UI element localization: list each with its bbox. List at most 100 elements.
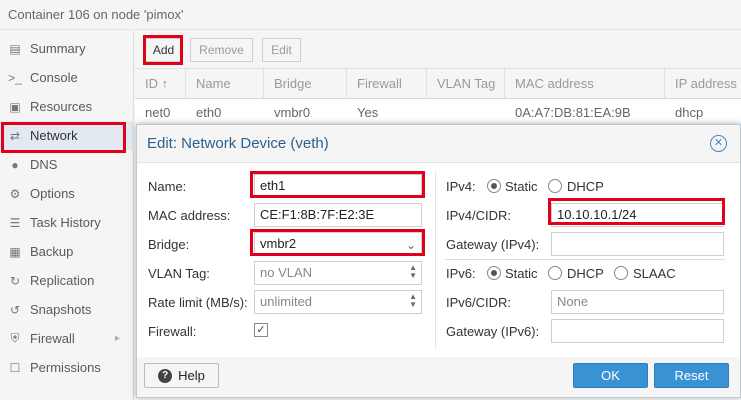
- sidebar-item-label: Summary: [30, 41, 86, 56]
- cube-icon: ▣: [9, 99, 21, 114]
- sidebar-item-backup[interactable]: ▦ Backup: [0, 237, 134, 266]
- ipv4-dhcp-radio[interactable]: [548, 179, 562, 193]
- ipv6-cidr-field[interactable]: None: [551, 290, 724, 314]
- sidebar-item-label: Backup: [30, 244, 74, 259]
- add-button[interactable]: Add: [145, 38, 182, 62]
- table-row[interactable]: net0 eth0 vmbr0 Yes 0A:A7:DB:81:EA:9B dh…: [135, 99, 741, 127]
- column-header-ip-address[interactable]: IP address: [665, 69, 741, 99]
- sidebar-item-label: DNS: [30, 157, 58, 172]
- sidebar-item-label: Snapshots: [30, 302, 92, 317]
- vlan-tag-field[interactable]: no VLAN ▲ ▼: [254, 261, 422, 285]
- spinner-icon[interactable]: ▲ ▼: [409, 293, 417, 309]
- sidebar-item-firewall[interactable]: ⛨ Firewall ▸: [0, 324, 134, 353]
- close-icon[interactable]: ✕: [710, 135, 727, 152]
- exchange-icon: ⇄: [9, 128, 21, 143]
- ipv6-label: IPv6:: [446, 266, 476, 281]
- sidebar-item-resources[interactable]: ▣ Resources: [0, 92, 134, 121]
- ipv4-cidr-field[interactable]: 10.10.10.1/24: [551, 203, 724, 227]
- sidebar-item-label: Replication: [30, 273, 95, 288]
- ok-button[interactable]: OK: [573, 363, 648, 388]
- ipv4-static-radio[interactable]: [487, 179, 501, 193]
- sidebar-item-options[interactable]: ⚙ Options: [0, 179, 134, 208]
- ipv6-static-label[interactable]: Static: [505, 266, 538, 281]
- spinner-icon[interactable]: ▲ ▼: [409, 264, 417, 280]
- ipv6-dhcp-radio[interactable]: [548, 266, 562, 280]
- column-label: ID: [145, 76, 158, 91]
- ipv6-dhcp-label[interactable]: DHCP: [567, 266, 604, 281]
- help-button[interactable]: ? Help: [144, 363, 219, 388]
- sidebar-item-console[interactable]: >_ Console: [0, 63, 134, 92]
- name-field[interactable]: eth1: [254, 174, 422, 198]
- rate-limit-placeholder: unlimited: [260, 294, 313, 309]
- retweet-icon: ↻: [9, 273, 21, 288]
- bridge-select[interactable]: vmbr2 ⌄: [254, 232, 422, 256]
- sidebar-item-summary[interactable]: ▤ Summary: [0, 34, 134, 63]
- sidebar-item-label: Resources: [30, 99, 93, 114]
- sidebar-item-network[interactable]: ⇄ Network: [0, 121, 134, 150]
- vlan-tag-placeholder: no VLAN: [260, 265, 313, 280]
- terminal-icon: >_: [8, 70, 22, 85]
- sidebar-item-label: Options: [30, 186, 75, 201]
- ipv4-cidr-label: IPv4/CIDR:: [446, 208, 512, 223]
- name-label: Name:: [148, 179, 187, 194]
- chevron-down-icon[interactable]: ⌄: [406, 234, 416, 256]
- cell-name: eth0: [196, 105, 222, 120]
- chevron-right-icon: ▸: [114, 333, 120, 344]
- mac-address-label: MAC address:: [148, 208, 231, 223]
- ipv4-dhcp-label[interactable]: DHCP: [567, 179, 604, 194]
- unlock-icon: ☐: [9, 360, 21, 375]
- edit-network-dialog: Edit: Network Device (veth) ✕ Name: eth1…: [136, 124, 741, 398]
- rate-limit-field[interactable]: unlimited ▲ ▼: [254, 290, 422, 314]
- ipv6-slaac-radio[interactable]: [614, 266, 628, 280]
- floppy-icon: ▦: [9, 244, 21, 259]
- dialog-body: Name: eth1 MAC address: CE:F1:8B:7F:E2:3…: [137, 162, 740, 357]
- edit-button[interactable]: Edit: [262, 38, 301, 62]
- firewall-checkbox[interactable]: ✓: [254, 323, 268, 337]
- bridge-value: vmbr2: [260, 236, 297, 251]
- history-icon: ↺: [9, 302, 21, 317]
- remove-button[interactable]: Remove: [190, 38, 253, 62]
- ipv4-label: IPv4:: [446, 179, 476, 194]
- gateway-ipv6-field[interactable]: [551, 319, 724, 343]
- sidebar-item-replication[interactable]: ↻ Replication: [0, 266, 134, 295]
- gateway-ipv4-label: Gateway (IPv4):: [446, 237, 540, 252]
- ipv6-static-radio[interactable]: [487, 266, 501, 280]
- reset-button[interactable]: Reset: [654, 363, 729, 388]
- dialog-header: Edit: Network Device (veth) ✕: [137, 125, 740, 162]
- section-divider: [445, 259, 725, 260]
- question-icon: ?: [158, 368, 173, 383]
- cell-ip: dhcp: [675, 105, 704, 120]
- column-header-firewall[interactable]: Firewall: [347, 69, 427, 99]
- gear-icon: ⚙: [9, 186, 21, 201]
- window-title: Container 106 on node 'pimox': [8, 7, 184, 22]
- cell-bridge: vmbr0: [274, 105, 311, 120]
- sidebar-item-permissions[interactable]: ☐ Permissions: [0, 353, 134, 382]
- ipv6-slaac-label[interactable]: SLAAC: [633, 266, 676, 281]
- column-header-vlan-tag[interactable]: VLAN Tag: [427, 69, 505, 99]
- column-header-mac-address[interactable]: MAC address: [505, 69, 665, 99]
- column-header-bridge[interactable]: Bridge: [264, 69, 347, 99]
- mac-address-field[interactable]: CE:F1:8B:7F:E2:3E: [254, 203, 422, 227]
- sidebar-item-label: Firewall: [30, 331, 75, 346]
- dialog-title: Edit: Network Device (veth): [147, 135, 329, 152]
- sidebar-item-task-history[interactable]: ☰ Task History: [0, 208, 134, 237]
- column-header-id[interactable]: ID ↑: [135, 69, 186, 99]
- column-header-name[interactable]: Name: [186, 69, 264, 99]
- gateway-ipv4-field[interactable]: [551, 232, 724, 256]
- cell-id: net0: [145, 105, 171, 120]
- ipv4-static-label[interactable]: Static: [505, 179, 538, 194]
- window-titlebar: Container 106 on node 'pimox': [0, 0, 741, 30]
- vlan-tag-label: VLAN Tag:: [148, 266, 210, 281]
- ipv6-cidr-label: IPv6/CIDR:: [446, 295, 512, 310]
- book-icon: ▤: [9, 41, 21, 56]
- help-label: Help: [178, 368, 205, 383]
- sidebar-item-dns[interactable]: ● DNS: [0, 150, 134, 179]
- shield-icon: ⛨: [10, 331, 20, 345]
- grid-header: ID ↑ Name Bridge Firewall VLAN Tag MAC a…: [135, 68, 741, 99]
- cell-mac: 0A:A7:DB:81:EA:9B: [515, 105, 631, 120]
- globe-icon: ●: [11, 157, 19, 172]
- sidebar-item-label: Task History: [30, 215, 101, 230]
- sidebar-item-snapshots[interactable]: ↺ Snapshots: [0, 295, 134, 324]
- rate-limit-label: Rate limit (MB/s):: [148, 295, 248, 310]
- sidebar: ▤ Summary >_ Console ▣ Resources ⇄ Netwo…: [0, 31, 134, 400]
